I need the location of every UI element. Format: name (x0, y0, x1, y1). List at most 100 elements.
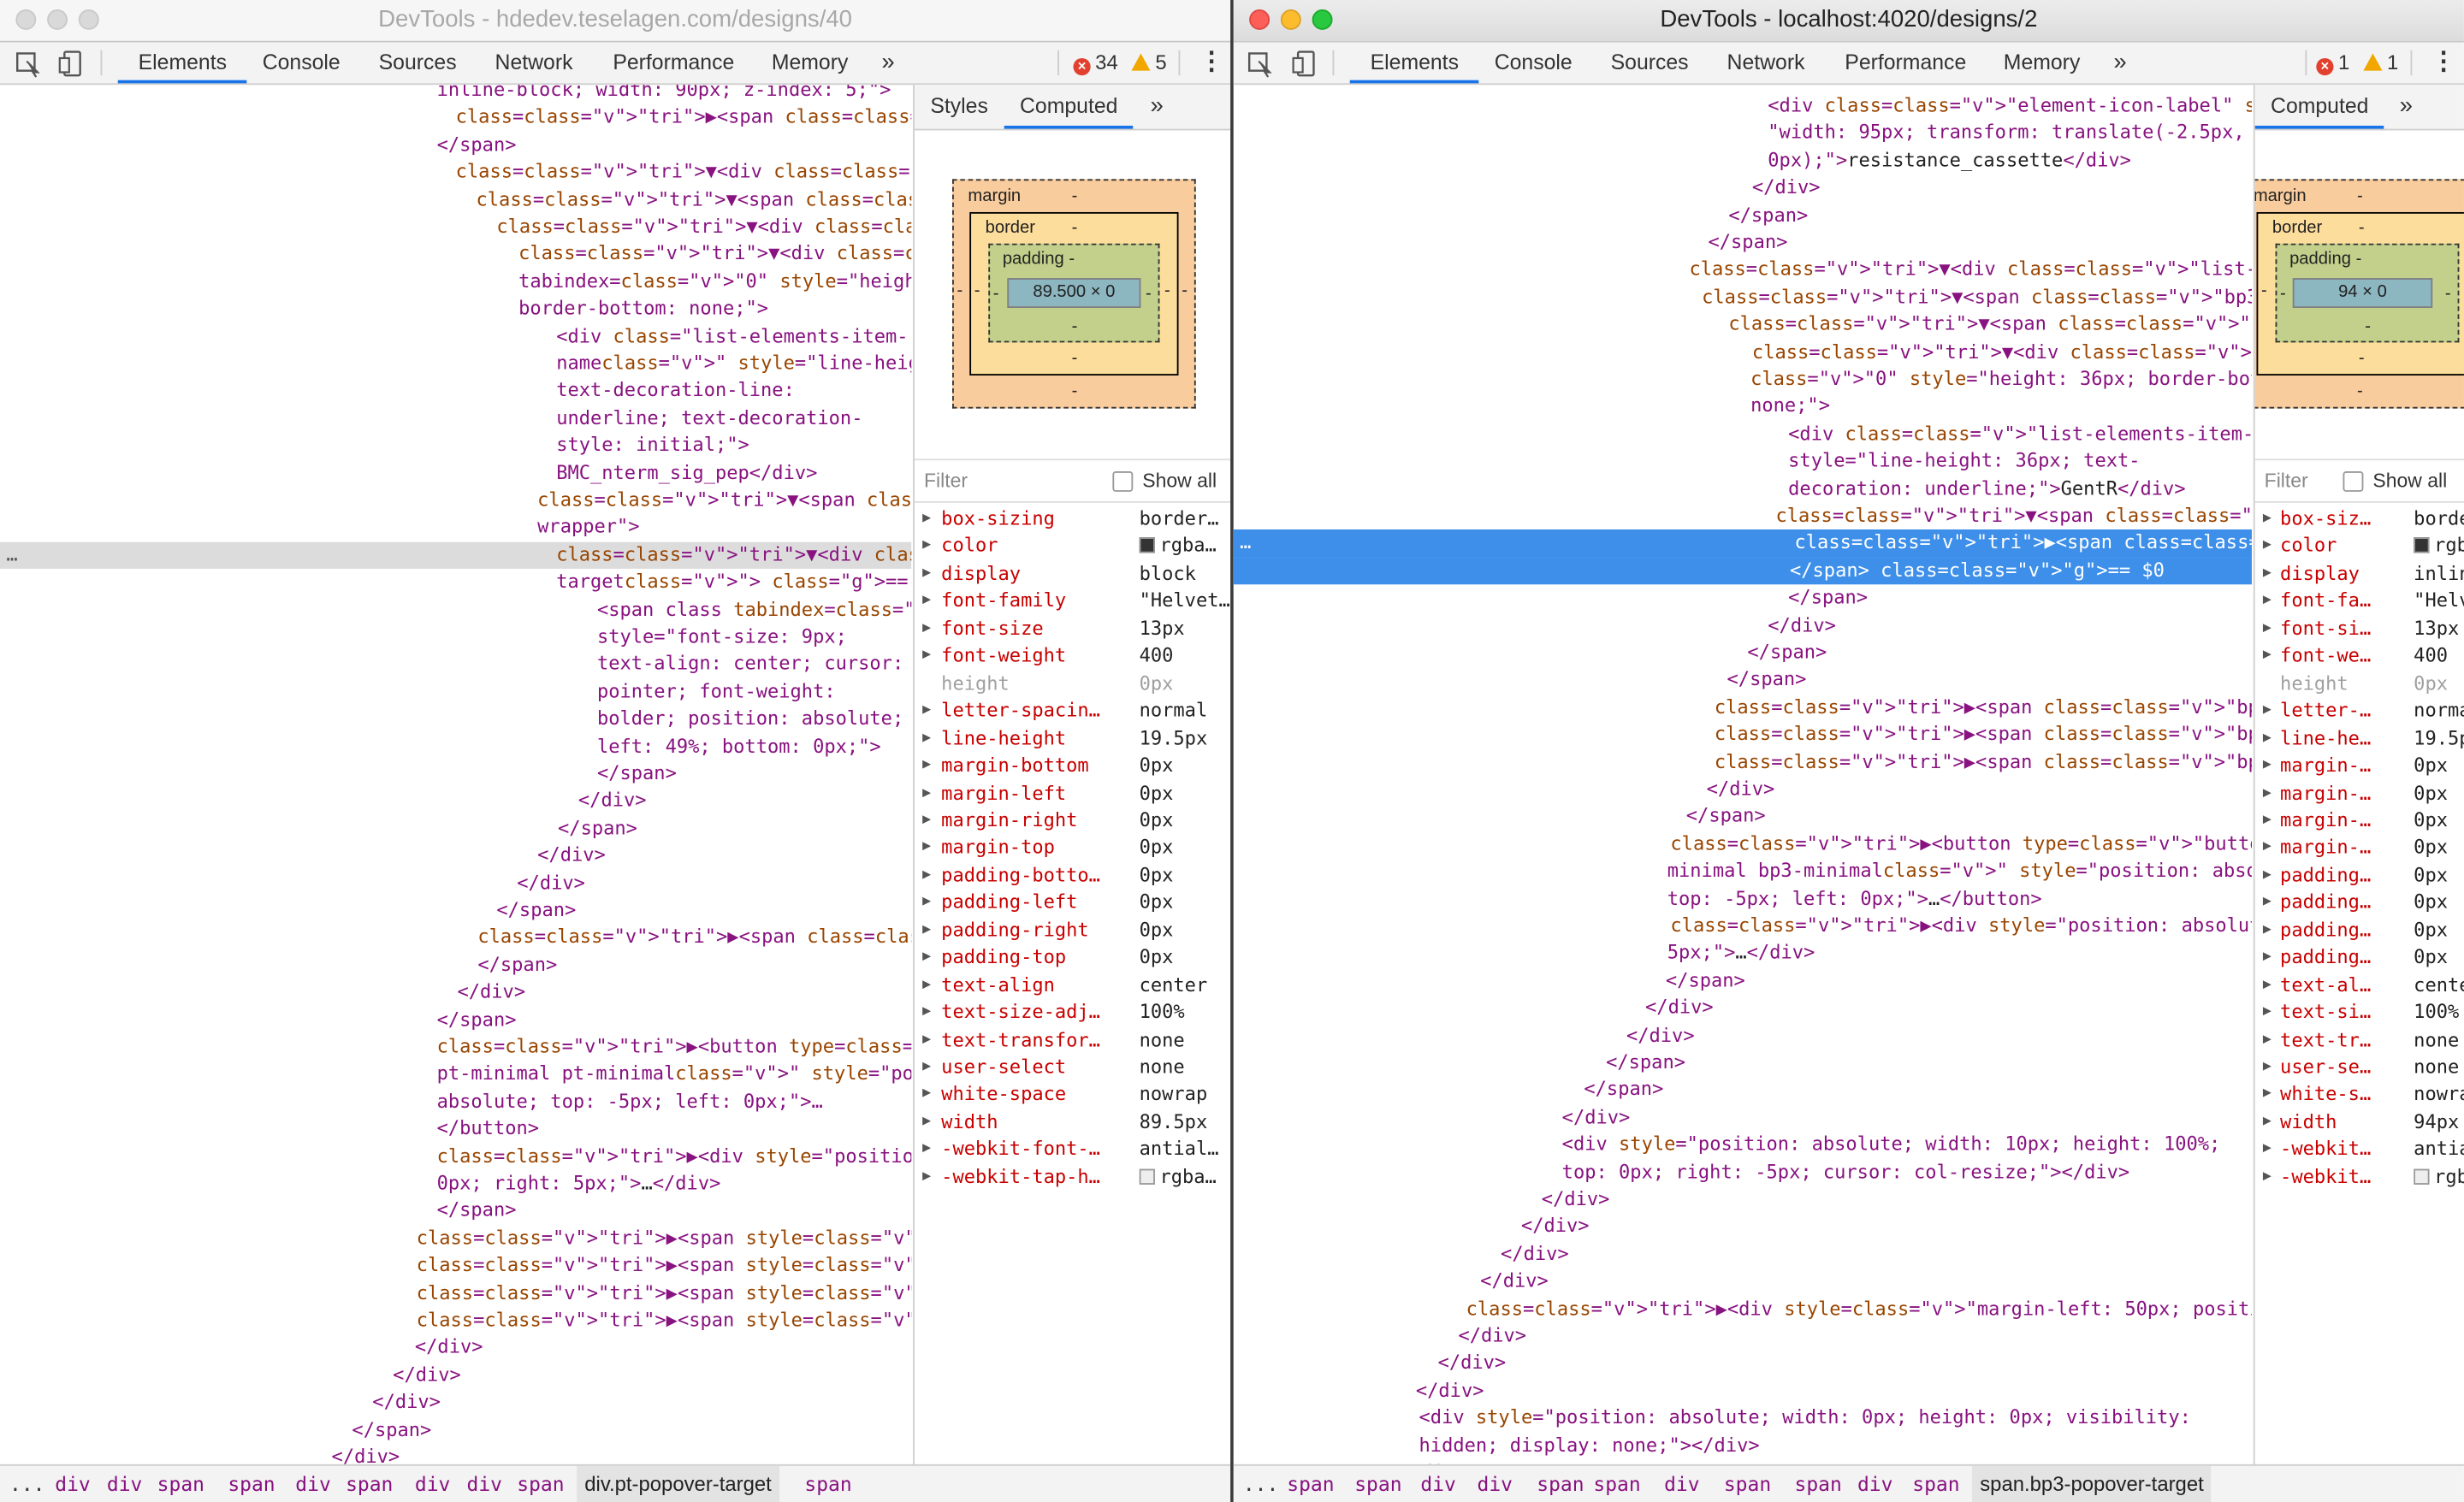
node-actions-ellipsis-icon[interactable]: … (1240, 530, 1251, 558)
dom-node-line[interactable]: </span> (0, 132, 911, 159)
dom-node-line[interactable]: class=class="v">"tri">▶<span class=class… (0, 104, 912, 132)
computed-property-row[interactable]: ▶ text-size-adj… 100% (915, 999, 1230, 1026)
expand-triangle-icon[interactable]: ▶ (2263, 862, 2272, 890)
dom-node-line[interactable]: none;"> (1234, 393, 2252, 421)
breadcrumb-item[interactable]: span (1537, 1466, 1584, 1502)
dom-node-line[interactable]: class=class="v">"tri">▶<div style="posit… (1234, 913, 2252, 940)
computed-property-row[interactable]: ▶ display block (915, 561, 1230, 588)
dom-node-line[interactable]: class=class="v">"tri">▶<span class=class… (1234, 721, 2252, 748)
computed-property-row[interactable]: ▶ color rgba… (915, 533, 1230, 560)
dom-node-line[interactable]: </span> (1234, 1050, 2252, 1077)
computed-property-row[interactable]: ▶ font-size 13px (915, 616, 1230, 643)
dom-node-line[interactable]: </div> (1234, 1214, 2252, 1241)
dom-node-line[interactable]: class=class="v">"tri">▼<span class=class… (1234, 284, 2252, 311)
dom-node-line[interactable]: 0px);">resistance_cassette</div> (1234, 147, 2252, 174)
breadcrumb-item[interactable]: span (517, 1466, 564, 1502)
dom-node-line[interactable]: class=class="v">"tri">▶<button type=clas… (0, 1034, 912, 1061)
dom-node-line[interactable]: class=class="v">"tri">▶<span style=class… (0, 1280, 912, 1307)
dom-node-line[interactable]: </span> (1234, 1077, 2252, 1104)
inspect-element-icon[interactable] (1247, 43, 1275, 84)
customize-menu-icon[interactable]: ⋮ (1199, 43, 1223, 84)
error-counter[interactable]: × 1 1 (2316, 43, 2398, 84)
dom-node-line[interactable]: </div> (0, 979, 911, 1007)
computed-property-row[interactable]: ▶ text-tr… none (2255, 1026, 2464, 1054)
expand-triangle-icon[interactable]: ▶ (2263, 753, 2272, 780)
tab-elements[interactable]: Elements (117, 43, 247, 84)
computed-property-row[interactable]: ▶ -webkit-tap-h… rgba… (915, 1164, 1230, 1192)
computed-property-row[interactable]: ▶ font-weight 400 (915, 643, 1230, 671)
expand-triangle-icon[interactable]: ▶ (2263, 1109, 2272, 1137)
expand-triangle-icon[interactable]: ▶ (2263, 616, 2272, 643)
breadcrumb-item[interactable]: span (1795, 1466, 1842, 1502)
computed-property-row[interactable]: ▶ margin-… 0px (2255, 807, 2464, 835)
dom-node-line[interactable]: </span> (0, 760, 911, 788)
customize-menu-icon[interactable]: ⋮ (2431, 43, 2455, 84)
dom-node-line[interactable]: class=class="v">"tri">▶<span class=class… (0, 925, 911, 952)
dom-node-line[interactable]: BMC_nterm_sig_pep</div> (0, 459, 911, 487)
expand-triangle-icon[interactable]: ▶ (922, 807, 931, 835)
expand-triangle-icon[interactable]: ▶ (2263, 1137, 2272, 1164)
dom-node-line[interactable]: </span> (0, 1416, 911, 1444)
expand-triangle-icon[interactable]: ▶ (2263, 944, 2272, 972)
computed-property-row[interactable]: ▶ color rgb (2255, 533, 2464, 560)
elements-dom-tree[interactable]: inline-block; width: 90px; z-index: 5;">… (0, 85, 912, 1466)
expand-triangle-icon[interactable]: ▶ (922, 616, 931, 643)
dom-node-line[interactable]: style: initial;"> (0, 432, 911, 459)
tab-styles[interactable]: Styles (930, 85, 988, 128)
tab-network[interactable]: Network (495, 43, 573, 84)
dom-node-line[interactable]: </div> (1234, 1351, 2252, 1378)
dom-node-line[interactable]: </span> (1234, 202, 2252, 229)
expand-triangle-icon[interactable]: ▶ (2263, 588, 2272, 616)
expand-triangle-icon[interactable]: ▶ (922, 972, 931, 999)
dom-node-line[interactable]: decoration: underline;">GentR</div> (1234, 476, 2252, 503)
close-window-button[interactable] (15, 9, 37, 30)
dom-node-line[interactable]: 5px;">…</div> (1234, 940, 2252, 967)
breadcrumb-item[interactable]: span (1593, 1466, 1640, 1502)
close-window-button[interactable] (1249, 9, 1270, 30)
computed-property-row[interactable]: ▶ text-align center (915, 972, 1230, 999)
computed-property-row[interactable]: ▶ padding-botto… 0px (915, 862, 1230, 890)
dom-node-line[interactable]: absolute; top: -5px; left: 0px;">… (0, 1089, 911, 1116)
dom-node-line[interactable]: class=class="v">"tri">▼<span class=class… (0, 186, 912, 214)
computed-property-row[interactable]: height 0px (915, 671, 1230, 698)
expand-triangle-icon[interactable]: ▶ (2263, 561, 2272, 588)
computed-property-row[interactable]: ▶ user-se… none (2255, 1054, 2464, 1081)
computed-property-row[interactable]: ▶ padding… 0px (2255, 917, 2464, 944)
computed-property-row[interactable]: ▶ text-al… cente (2255, 972, 2464, 999)
error-counter[interactable]: × 34 5 (1073, 43, 1167, 84)
dom-node-line[interactable]: </div> (1234, 995, 2252, 1022)
dom-node-line[interactable]: </div> (0, 870, 911, 897)
filter-input[interactable]: Filter (2265, 460, 2308, 501)
expand-triangle-icon[interactable]: ▶ (922, 506, 931, 533)
expand-triangle-icon[interactable]: ▶ (922, 780, 931, 807)
breadcrumb-item[interactable]: div (415, 1466, 450, 1502)
expand-triangle-icon[interactable]: ▶ (2263, 506, 2272, 533)
dom-node-line[interactable]: targetclass="v">"> class="g">== $0 (0, 569, 911, 596)
computed-property-row[interactable]: ▶ user-select none (915, 1054, 1230, 1081)
computed-property-row[interactable]: ▶ -webkit… antia (2255, 1137, 2464, 1164)
box-model-content-size[interactable]: 94 × 0 (2292, 278, 2433, 309)
computed-property-row[interactable]: ▶ width 89.5px (915, 1109, 1230, 1137)
dom-node-line[interactable]: </div> (1234, 1323, 2252, 1351)
dom-node-line[interactable]: underline; text-decoration- (0, 405, 911, 433)
dom-node-line[interactable]: </div> (0, 1334, 911, 1362)
computed-property-row[interactable]: ▶ letter-spacin… normal (915, 698, 1230, 725)
computed-property-row[interactable]: ▶ box-siz… borde (2255, 506, 2464, 533)
dom-node-line[interactable]: wrapper"> (0, 514, 911, 541)
more-sidebar-tabs-chevron-icon[interactable]: » (2400, 85, 2413, 128)
dom-node-line[interactable]: </span> (0, 1007, 911, 1034)
elements-dom-tree[interactable]: <div class=class="v">"element-icon-label… (1233, 85, 2252, 1466)
expand-triangle-icon[interactable]: ▶ (922, 1026, 931, 1054)
expand-triangle-icon[interactable]: ▶ (2263, 698, 2272, 725)
expand-triangle-icon[interactable]: ▶ (2263, 1054, 2272, 1081)
expand-triangle-icon[interactable]: ▶ (922, 725, 931, 753)
dom-node-line[interactable]: <div style="position: absolute; width: 0… (1234, 1404, 2252, 1432)
expand-triangle-icon[interactable]: ▶ (2263, 643, 2272, 671)
expand-triangle-icon[interactable]: ▶ (922, 588, 931, 616)
breadcrumb-item[interactable]: div (1857, 1466, 1892, 1502)
show-all-checkbox[interactable] (2343, 471, 2364, 492)
inspect-element-icon[interactable] (15, 43, 43, 84)
breadcrumb-item[interactable]: span (1724, 1466, 1771, 1502)
dom-node-line[interactable]: minimal bp3-minimalclass="v">" style="po… (1234, 858, 2252, 885)
breadcrumb-item[interactable]: span (228, 1466, 275, 1502)
